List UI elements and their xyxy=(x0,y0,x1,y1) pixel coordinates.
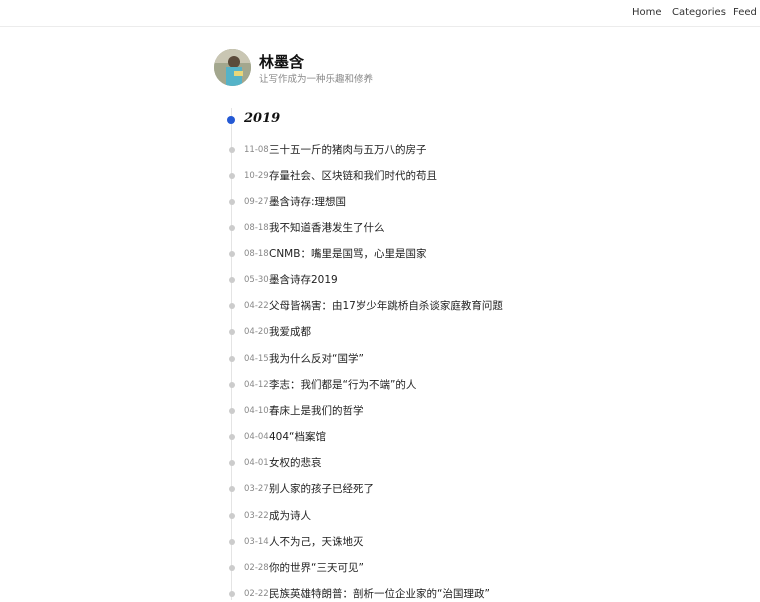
post-date: 02-22 xyxy=(244,589,269,599)
post-item[interactable]: 04-15 我为什么反对“国学” xyxy=(229,351,564,367)
post-title: 三十五一斤的猪肉与五万八的房子 xyxy=(269,144,427,156)
post-item[interactable]: 08-18 我不知道香港发生了什么 xyxy=(229,220,564,236)
post-date: 02-28 xyxy=(244,563,269,573)
post-title: 李志：我们都是“行为不端”的人 xyxy=(269,379,417,391)
top-navigation: Home Categories Feed xyxy=(0,0,760,27)
post-title: 404“档案馆 xyxy=(269,431,326,443)
post-title: 我不知道香港发生了什么 xyxy=(269,222,385,234)
post-date: 09-27 xyxy=(244,197,269,207)
post-date: 10-29 xyxy=(244,171,269,181)
post-title: 春床上是我们的哲学 xyxy=(269,405,364,417)
post-item[interactable]: 05-30 墨含诗存2019 xyxy=(229,272,564,288)
timeline-dot xyxy=(229,434,235,440)
timeline-dot xyxy=(229,460,235,466)
post-item[interactable]: 04-12 李志：我们都是“行为不端”的人 xyxy=(229,377,564,393)
post-date: 04-10 xyxy=(244,406,269,416)
post-item[interactable]: 04-20 我爱成都 xyxy=(229,324,564,340)
post-date: 04-04 xyxy=(244,432,269,442)
timeline-dot xyxy=(229,408,235,414)
post-date: 03-27 xyxy=(244,484,269,494)
post-date: 05-30 xyxy=(244,275,269,285)
avatar[interactable] xyxy=(214,49,251,86)
timeline-dot xyxy=(229,251,235,257)
post-title: 墨含诗存:理想国 xyxy=(269,196,347,208)
timeline-dot xyxy=(229,225,235,231)
timeline-dot xyxy=(229,277,235,283)
nav-link-categories[interactable]: Categories xyxy=(672,7,726,18)
nav-link-feed[interactable]: Feed xyxy=(733,7,757,18)
post-item[interactable]: 09-27 墨含诗存:理想国 xyxy=(229,194,564,210)
post-date: 04-01 xyxy=(244,458,269,468)
post-item[interactable]: 08-18 CNMB：嘴里是国骂，心里是国家 xyxy=(229,246,564,262)
timeline-dot xyxy=(229,382,235,388)
nav-link-home[interactable]: Home xyxy=(632,7,662,18)
post-date: 04-15 xyxy=(244,354,269,364)
post-item[interactable]: 04-01 女权的悲哀 xyxy=(229,455,564,471)
timeline-dot xyxy=(229,486,235,492)
timeline-dot xyxy=(229,539,235,545)
post-title: 你的世界“三天可见” xyxy=(269,562,364,574)
post-item[interactable]: 03-22 成为诗人 xyxy=(229,508,564,524)
post-title: 别人家的孩子已经死了 xyxy=(269,483,374,495)
post-item[interactable]: 11-08 三十五一斤的猪肉与五万八的房子 xyxy=(229,142,564,158)
site-title[interactable]: 林墨含 xyxy=(259,51,304,72)
post-title: 我为什么反对“国学” xyxy=(269,353,364,365)
post-title: 墨含诗存2019 xyxy=(269,274,338,286)
post-title: 民族英雄特朗普：剖析一位企业家的“治国理政” xyxy=(269,588,490,600)
post-item[interactable]: 10-29 存量社会、区块链和我们时代的苟且 xyxy=(229,168,564,184)
post-date: 04-22 xyxy=(244,301,269,311)
post-item[interactable]: 02-28 你的世界“三天可见” xyxy=(229,560,564,576)
post-title: CNMB：嘴里是国骂，心里是国家 xyxy=(269,248,427,260)
timeline-dot xyxy=(229,199,235,205)
timeline-dot xyxy=(229,565,235,571)
post-date: 08-18 xyxy=(244,249,269,259)
timeline-dot xyxy=(229,356,235,362)
post-date: 03-22 xyxy=(244,511,269,521)
timeline-dot xyxy=(229,591,235,597)
year-heading: 2019 xyxy=(244,111,281,126)
post-title: 父母皆祸害：由17岁少年跳桥自杀谈家庭教育问题 xyxy=(269,300,503,312)
site-tagline: 让写作成为一种乐趣和修养 xyxy=(259,74,374,85)
post-title: 女权的悲哀 xyxy=(269,457,322,469)
post-item[interactable]: 03-14 人不为己，天诛地灭 xyxy=(229,534,564,550)
timeline-dot xyxy=(229,513,235,519)
post-date: 04-20 xyxy=(244,327,269,337)
post-title: 人不为己，天诛地灭 xyxy=(269,536,364,548)
year-marker-dot xyxy=(227,116,235,124)
post-date: 04-12 xyxy=(244,380,269,390)
avatar-image xyxy=(214,49,251,86)
post-item[interactable]: 04-10 春床上是我们的哲学 xyxy=(229,403,564,419)
timeline-dot xyxy=(229,147,235,153)
timeline-line xyxy=(231,108,232,600)
post-date: 03-14 xyxy=(244,537,269,547)
post-item[interactable]: 04-04 404“档案馆 xyxy=(229,429,564,445)
timeline-dot xyxy=(229,329,235,335)
post-title: 成为诗人 xyxy=(269,510,311,522)
post-item[interactable]: 03-27 别人家的孩子已经死了 xyxy=(229,481,564,497)
post-item[interactable]: 04-22 父母皆祸害：由17岁少年跳桥自杀谈家庭教育问题 xyxy=(229,298,564,314)
post-title: 我爱成都 xyxy=(269,326,311,338)
post-date: 08-18 xyxy=(244,223,269,233)
timeline-dot xyxy=(229,303,235,309)
post-date: 11-08 xyxy=(244,145,269,155)
post-title: 存量社会、区块链和我们时代的苟且 xyxy=(269,170,437,182)
timeline-dot xyxy=(229,173,235,179)
